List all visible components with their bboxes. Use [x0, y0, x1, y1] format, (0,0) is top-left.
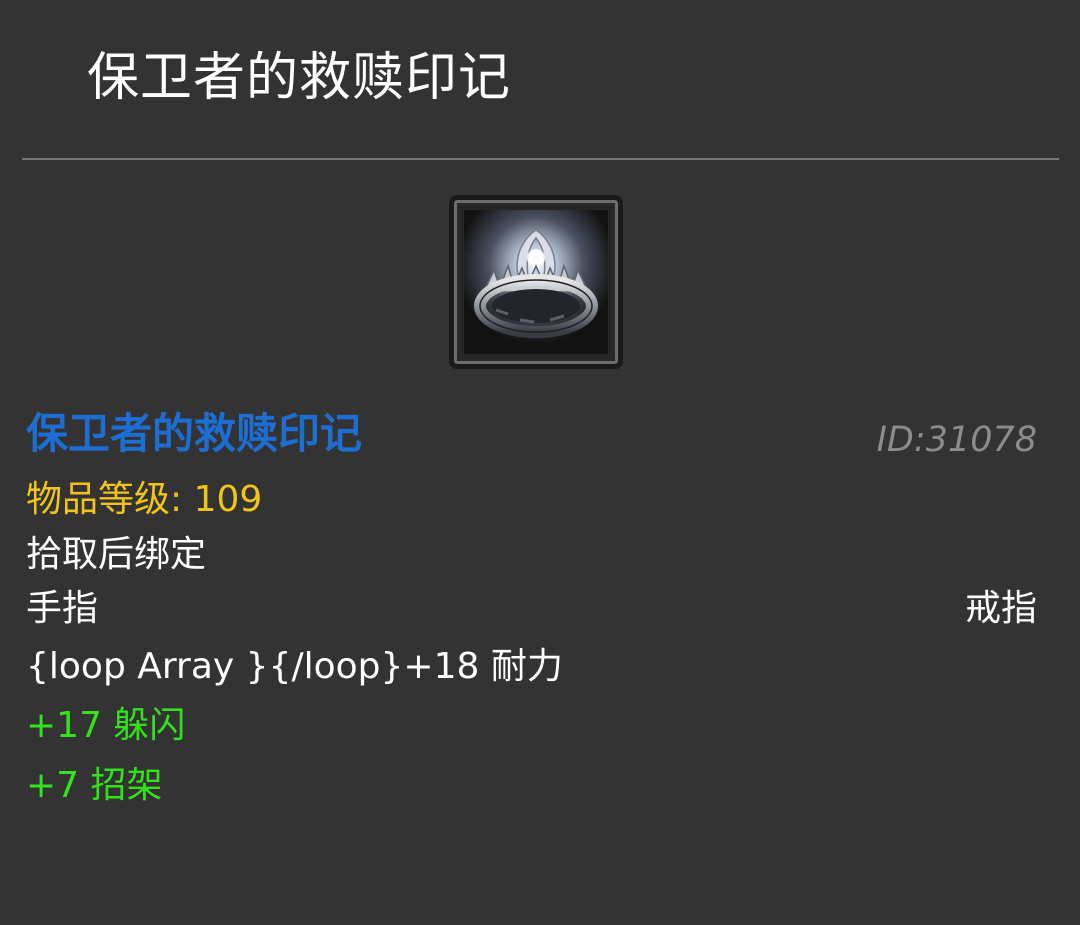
bind-type: 拾取后绑定: [26, 534, 207, 575]
stamina-stat: {loop Array }{/loop}+18 耐力: [26, 646, 563, 687]
item-id: ID:31078: [876, 420, 1037, 460]
item-level: 物品等级: 109: [26, 479, 263, 520]
ring-icon-art: [464, 210, 608, 354]
ring-icon[interactable]: [449, 195, 623, 369]
page-title: 保卫者的救赎印记: [87, 48, 512, 108]
item-subtype: 戒指: [964, 588, 1037, 629]
slot-type: 手指: [26, 588, 99, 629]
parry-stat: +7 招架: [26, 765, 163, 806]
header-divider: [22, 158, 1059, 160]
item-name: 保卫者的救赎印记: [26, 409, 363, 458]
item-detail-page: 保卫者的救赎印记 保卫者的救赎印记 ID:31078 物品等级: 109 拾取后…: [0, 0, 1080, 925]
dodge-stat: +17 躲闪: [26, 705, 186, 746]
